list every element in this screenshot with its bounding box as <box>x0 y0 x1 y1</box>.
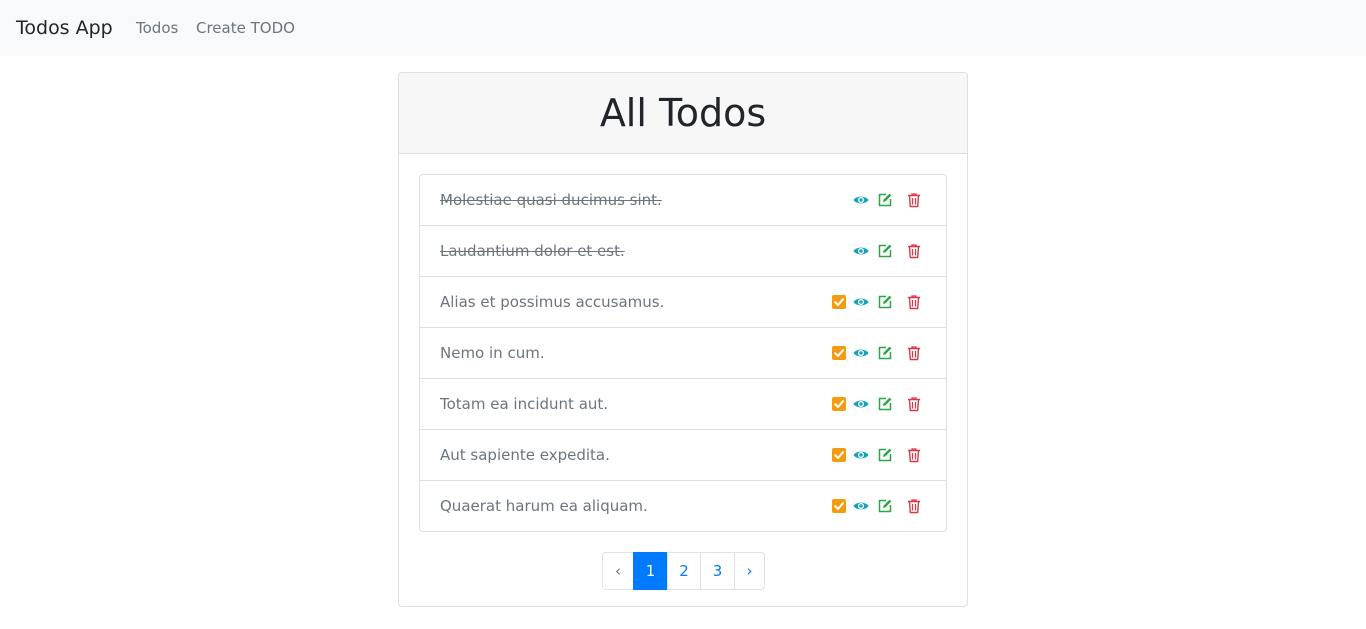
eye-icon[interactable] <box>853 192 869 208</box>
eye-icon[interactable] <box>853 396 869 412</box>
pagination-page-1[interactable]: 1 <box>633 552 668 590</box>
trash-icon[interactable] <box>906 294 922 310</box>
eye-icon[interactable] <box>853 447 869 463</box>
todo-item: Totam ea incidunt aut. <box>420 379 946 430</box>
edit-icon[interactable] <box>877 294 893 310</box>
navbar-brand[interactable]: Todos App <box>16 15 113 41</box>
eye-icon[interactable] <box>853 498 869 514</box>
trash-icon[interactable] <box>906 447 922 463</box>
todo-item: Nemo in cum. <box>420 328 946 379</box>
trash-icon[interactable] <box>906 243 922 259</box>
todos-card: All Todos Molestiae quasi ducimus sint. L… <box>398 72 968 607</box>
trash-icon[interactable] <box>906 345 922 361</box>
edit-icon[interactable] <box>877 192 893 208</box>
edit-icon[interactable] <box>877 243 893 259</box>
card-header: All Todos <box>399 73 967 154</box>
pagination-page-3[interactable]: 3 <box>700 552 735 590</box>
todo-text: Aut sapiente expedita. <box>440 446 610 464</box>
trash-icon[interactable] <box>906 498 922 514</box>
pagination-next[interactable]: › <box>734 552 765 590</box>
edit-icon[interactable] <box>877 345 893 361</box>
todo-text: Quaerat harum ea aliquam. <box>440 497 648 515</box>
todo-text: Nemo in cum. <box>440 344 545 362</box>
eye-icon[interactable] <box>853 243 869 259</box>
todo-item: Aut sapiente expedita. <box>420 430 946 481</box>
todo-text: Molestiae quasi ducimus sint. <box>440 191 662 209</box>
todo-item: Quaerat harum ea aliquam. <box>420 481 946 532</box>
edit-icon[interactable] <box>877 396 893 412</box>
todo-item: Alias et possimus accusamus. <box>420 277 946 328</box>
nav-link-create-todo[interactable]: Create TODO <box>196 18 295 38</box>
nav-link-todos[interactable]: Todos <box>136 18 178 38</box>
edit-icon[interactable] <box>877 498 893 514</box>
check-square-icon[interactable] <box>831 447 847 463</box>
check-square-icon[interactable] <box>831 294 847 310</box>
check-square-icon[interactable] <box>831 498 847 514</box>
check-square-icon[interactable] <box>831 396 847 412</box>
todo-list: Molestiae quasi ducimus sint. Laudantium … <box>419 174 947 532</box>
trash-icon[interactable] <box>906 396 922 412</box>
page-title: All Todos <box>599 91 767 135</box>
todo-text: Totam ea incidunt aut. <box>440 395 609 413</box>
todo-text: Laudantium dolor et est. <box>440 242 625 260</box>
eye-icon[interactable] <box>853 345 869 361</box>
pagination-page-2[interactable]: 2 <box>667 552 701 590</box>
check-square-icon[interactable] <box>831 345 847 361</box>
todo-item: Molestiae quasi ducimus sint. <box>420 175 946 226</box>
todo-text: Alias et possimus accusamus. <box>440 293 665 311</box>
eye-icon[interactable] <box>853 294 869 310</box>
pagination-prev[interactable]: ‹ <box>602 552 634 590</box>
todo-item: Laudantium dolor et est. <box>420 226 946 277</box>
navbar: Todos App Todos Create TODO <box>0 0 1366 56</box>
edit-icon[interactable] <box>877 447 893 463</box>
trash-icon[interactable] <box>906 192 922 208</box>
